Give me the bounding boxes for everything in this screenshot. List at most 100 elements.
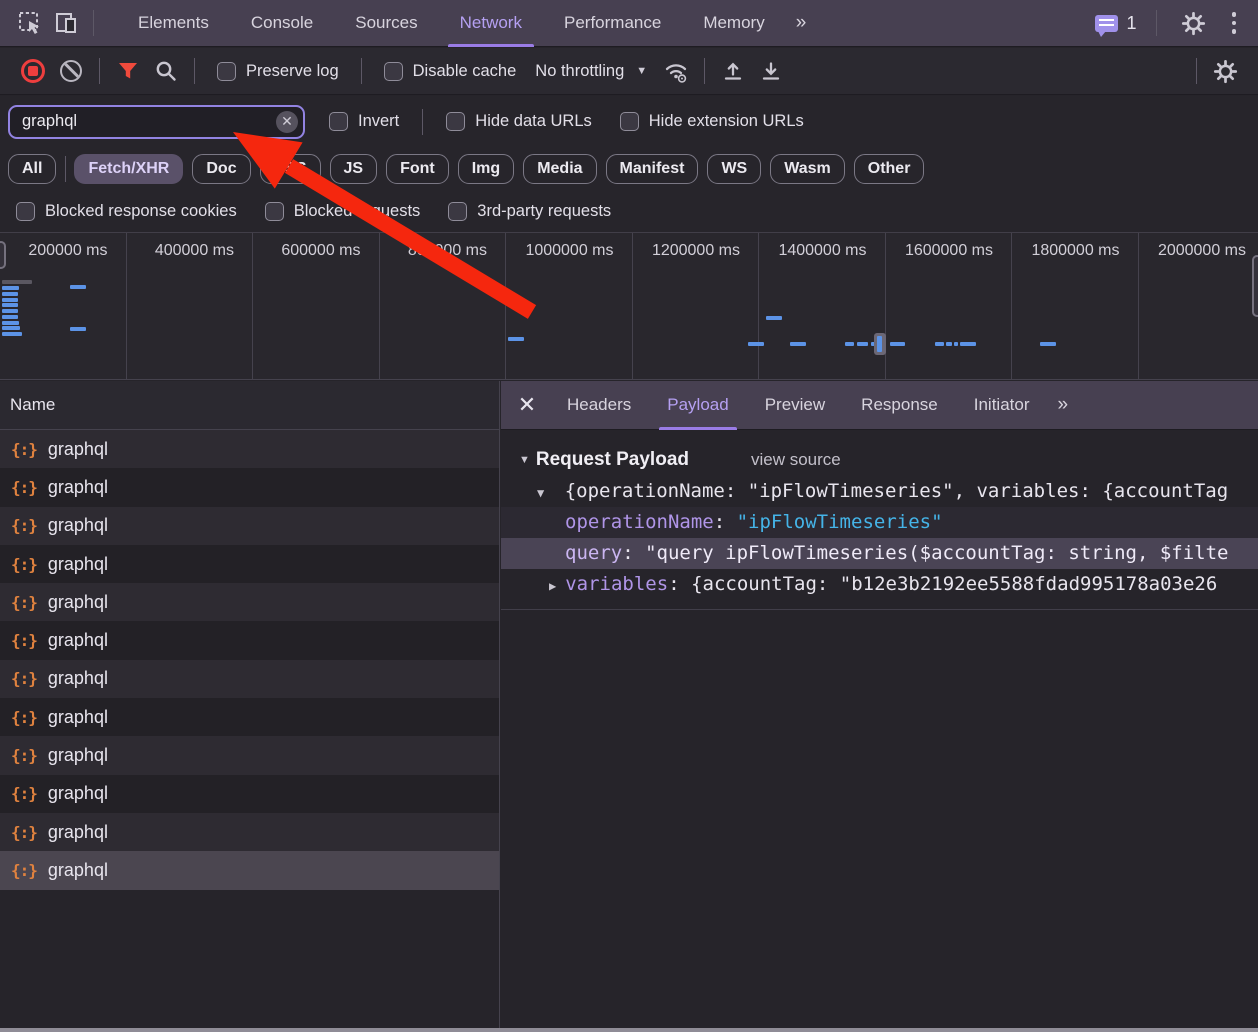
payload-preview-row[interactable]: ▼ {operationName: "ipFlowTimeseries", va… — [501, 476, 1258, 507]
issues-icon — [1095, 15, 1118, 32]
payload-preview-text: {operationName: "ipFlowTimeseries", vari… — [565, 480, 1228, 502]
json-request-icon: {:} — [11, 516, 37, 535]
tab-memory[interactable]: Memory — [682, 0, 785, 47]
disable-cache-checkbox[interactable] — [384, 62, 403, 81]
name-column-header[interactable]: Name — [0, 381, 499, 430]
filter-funnel-icon[interactable] — [109, 48, 147, 95]
request-row[interactable]: {:}graphql — [0, 736, 499, 774]
tab-network[interactable]: Network — [439, 0, 543, 47]
hide-data-urls-checkbox[interactable] — [446, 112, 465, 131]
detail-tab-payload[interactable]: Payload — [649, 381, 746, 430]
detail-tab-preview[interactable]: Preview — [747, 381, 843, 430]
more-tabs-chevron-icon[interactable]: » — [786, 12, 815, 34]
payload-operation-row[interactable]: operationName: "ipFlowTimeseries" — [501, 507, 1258, 538]
inspect-element-icon[interactable] — [12, 0, 48, 47]
detail-tabbar: ✕ HeadersPayloadPreviewResponseInitiator… — [501, 381, 1258, 430]
payload-variables-row[interactable]: ▶variables: {accountTag: "b12e3b2192ee55… — [501, 569, 1258, 600]
request-row[interactable]: {:}graphql — [0, 775, 499, 813]
disable-cache-label: Disable cache — [413, 62, 517, 81]
chip-css[interactable]: CSS — [260, 154, 321, 184]
search-icon[interactable] — [147, 48, 185, 95]
disable-cache-toggle[interactable]: Disable cache — [384, 62, 517, 81]
json-request-icon: {:} — [11, 593, 37, 612]
chip-media[interactable]: Media — [523, 154, 596, 184]
waterfall-bar — [766, 316, 782, 320]
chip-img[interactable]: Img — [458, 154, 514, 184]
issues-counter[interactable]: 1 — [1095, 13, 1136, 34]
json-request-icon: {:} — [11, 861, 37, 880]
record-network-log-icon[interactable] — [14, 48, 52, 95]
third-party-requests-toggle[interactable]: 3rd-party requests — [448, 202, 611, 221]
clear-filter-icon[interactable]: ✕ — [276, 111, 298, 133]
clear-network-log-icon[interactable] — [52, 48, 90, 95]
blocked-response-cookies-checkbox[interactable] — [16, 202, 35, 221]
preserve-log-toggle[interactable]: Preserve log — [217, 62, 339, 81]
chip-other[interactable]: Other — [854, 154, 925, 184]
expander-down-icon[interactable]: ▼ — [519, 454, 530, 466]
request-row[interactable]: {:}graphql — [0, 851, 499, 889]
payload-query-row-selected[interactable]: query: "query ipFlowTimeseries($accountT… — [501, 538, 1258, 569]
waterfall-bar — [748, 342, 764, 346]
close-detail-icon[interactable]: ✕ — [505, 392, 549, 418]
device-toolbar-icon[interactable] — [48, 0, 84, 47]
request-row[interactable]: {:}graphql — [0, 813, 499, 851]
hide-extension-urls-toggle[interactable]: Hide extension URLs — [620, 112, 804, 131]
request-payload-section-header[interactable]: ▼ Request Payload view source — [501, 443, 1258, 476]
request-row[interactable]: {:}graphql — [0, 621, 499, 659]
request-row[interactable]: {:}graphql — [0, 660, 499, 698]
more-options-kebab-icon[interactable] — [1222, 6, 1247, 40]
waterfall-bar — [845, 342, 854, 346]
tab-elements[interactable]: Elements — [117, 0, 230, 47]
chip-doc[interactable]: Doc — [192, 154, 250, 184]
request-row[interactable]: {:}graphql — [0, 545, 499, 583]
filter-row: ✕ Invert Hide data URLs Hide extension U… — [0, 96, 1258, 147]
timeline-tick-label: 400000 ms — [155, 242, 234, 260]
preserve-log-checkbox[interactable] — [217, 62, 236, 81]
chip-all[interactable]: All — [8, 154, 56, 184]
chip-manifest[interactable]: Manifest — [606, 154, 699, 184]
tab-performance[interactable]: Performance — [543, 0, 682, 47]
timeline-tick-label: 600000 ms — [281, 242, 360, 260]
chip-ws[interactable]: WS — [707, 154, 761, 184]
request-name: graphql — [48, 439, 108, 460]
request-row[interactable]: {:}graphql — [0, 507, 499, 545]
expander-down-icon[interactable]: ▼ — [537, 486, 544, 500]
import-har-icon[interactable] — [714, 48, 752, 95]
detail-tab-headers[interactable]: Headers — [549, 381, 649, 430]
request-row[interactable]: {:}graphql — [0, 468, 499, 506]
chip-fetch-xhr[interactable]: Fetch/XHR — [74, 154, 183, 184]
expander-right-icon[interactable]: ▶ — [549, 579, 556, 593]
chip-font[interactable]: Font — [386, 154, 449, 184]
network-overview-timeline[interactable]: 200000 ms400000 ms600000 ms800000 ms1000… — [0, 232, 1258, 380]
invert-toggle[interactable]: Invert — [329, 112, 399, 131]
filter-input[interactable] — [8, 105, 305, 139]
main-tabs: ElementsConsoleSourcesNetworkPerformance… — [117, 0, 786, 47]
hide-extension-urls-checkbox[interactable] — [620, 112, 639, 131]
blocked-requests-checkbox[interactable] — [265, 202, 284, 221]
divider — [1156, 10, 1157, 36]
request-row[interactable]: {:}graphql — [0, 430, 499, 468]
divider — [361, 58, 362, 84]
third-party-requests-checkbox[interactable] — [448, 202, 467, 221]
chip-js[interactable]: JS — [330, 154, 378, 184]
view-source-link[interactable]: view source — [751, 450, 841, 470]
invert-checkbox[interactable] — [329, 112, 348, 131]
tab-console[interactable]: Console — [230, 0, 334, 47]
hide-data-urls-toggle[interactable]: Hide data URLs — [446, 112, 591, 131]
export-har-icon[interactable] — [752, 48, 790, 95]
detail-more-tabs-chevron-icon[interactable]: » — [1047, 394, 1076, 416]
tab-sources[interactable]: Sources — [334, 0, 438, 47]
settings-gear-icon[interactable] — [1176, 0, 1212, 47]
request-row[interactable]: {:}graphql — [0, 698, 499, 736]
blocked-requests-toggle[interactable]: Blocked requests — [265, 202, 421, 221]
request-row[interactable]: {:}graphql — [0, 583, 499, 621]
throttling-dropdown[interactable]: No throttling ▼ — [535, 62, 647, 81]
waterfall-bar — [508, 337, 524, 341]
detail-tab-initiator[interactable]: Initiator — [956, 381, 1048, 430]
network-settings-gear-icon[interactable] — [1206, 48, 1244, 95]
chip-wasm[interactable]: Wasm — [770, 154, 845, 184]
detail-tab-response[interactable]: Response — [843, 381, 956, 430]
timeline-column: 2000000 ms — [1139, 233, 1258, 379]
blocked-response-cookies-toggle[interactable]: Blocked response cookies — [16, 202, 237, 221]
network-conditions-wifi-icon[interactable] — [657, 48, 695, 95]
